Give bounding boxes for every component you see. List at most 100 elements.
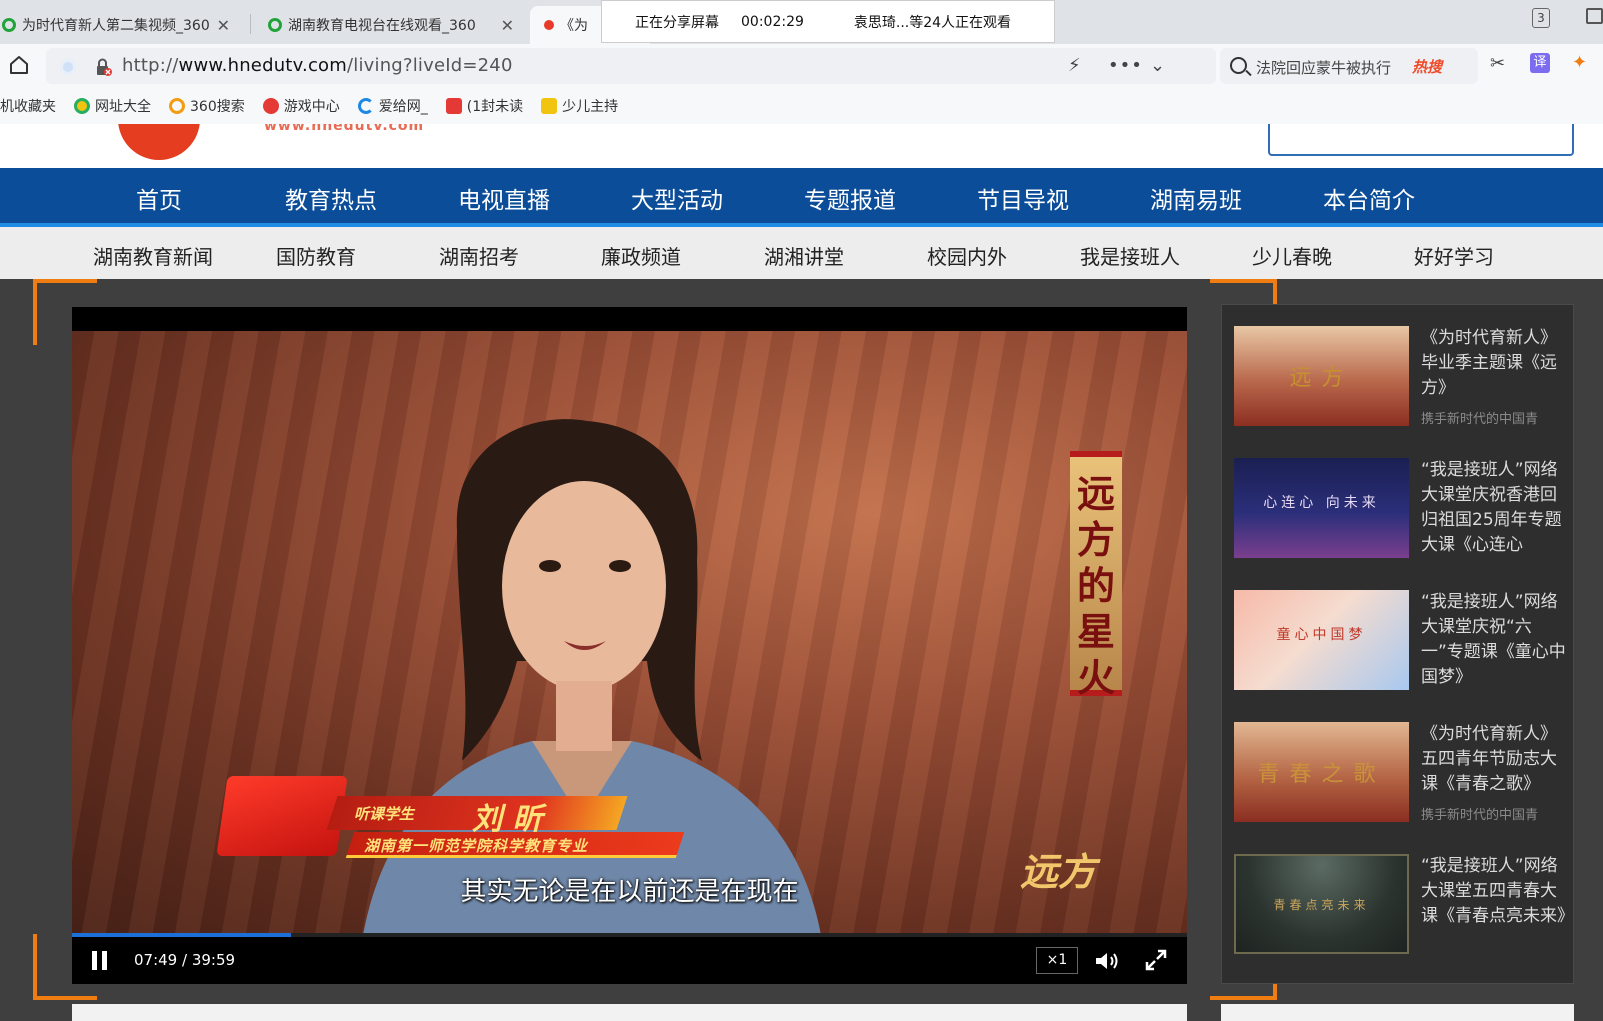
playlist-subtitle: 携手新时代的中国青 (1421, 412, 1539, 427)
nav-tv-live[interactable]: 电视直播 (458, 181, 550, 215)
bookmark-label: 爱给网_ (378, 99, 428, 115)
lower-third-name: 刘 昕 (472, 802, 543, 837)
playlist-thumbnail[interactable]: 心连心 向未来 (1234, 458, 1409, 558)
subnav-hunan-news[interactable]: 湖南教育新闻 (93, 241, 213, 270)
nav-home[interactable]: 首页 (136, 181, 182, 215)
video-subtitle: 其实无论是在以前还是在现在 (460, 877, 799, 907)
video-overlay-title: 远方的星火 (1070, 451, 1122, 700)
tab-title: 《为 (560, 18, 588, 34)
volume-icon[interactable] (1094, 950, 1120, 972)
address-bar-row: http://www.hnedutv.com/living?liveId=240… (0, 44, 1603, 88)
scissors-icon[interactable]: ✂ (1490, 53, 1505, 74)
thumbnail-caption: 远方 (1289, 366, 1354, 391)
bookmark-item[interactable]: 游戏中心 (262, 96, 340, 116)
subnav-integrity[interactable]: 廉政频道 (601, 241, 681, 270)
thumbnail-caption: 青春之歌 (1257, 762, 1386, 787)
lower-third: 听课学生 刘 昕 湖南第一师范学院科学教育专业 (216, 776, 685, 866)
bookmark-label: 少儿主持 (562, 99, 619, 115)
bookmark-item[interactable]: 少儿主持 (541, 96, 618, 116)
fullscreen-icon[interactable] (1145, 949, 1167, 971)
mail-icon (445, 98, 462, 114)
nav-events[interactable]: 大型活动 (631, 181, 723, 215)
thumbnail-caption: 青春点亮未来 (1273, 898, 1370, 912)
subnav-spring-gala[interactable]: 少儿春晚 (1252, 241, 1332, 270)
nav-program-guide[interactable]: 节目导视 (977, 181, 1069, 215)
playlist-item[interactable]: 心连心 向未来 “我是接班人”网络大课堂庆祝香港回归祖国25周年专题大课《心连心 (1234, 458, 1569, 568)
site-info-icon[interactable] (60, 59, 76, 75)
time-display: 07:49 / 39:59 (134, 951, 236, 969)
subnav-defense[interactable]: 国防教育 (276, 241, 356, 270)
translate-icon[interactable]: 译 (1530, 53, 1550, 73)
window-restore-icon[interactable] (1586, 8, 1603, 24)
site-nav-icon (74, 98, 90, 114)
video-frame[interactable]: 远方的星火 远方 听课学生 刘 昕 湖南第一师范学院科学教育专业 其实无论是在以… (72, 331, 1187, 933)
subnav-successor[interactable]: 我是接班人 (1080, 241, 1180, 270)
playlist-thumbnail[interactable]: 远方 (1234, 326, 1409, 426)
playlist-thumbnail[interactable]: 青春点亮未来 (1234, 854, 1409, 954)
playlist-title[interactable]: 《为时代育新人》五四青年节励志大课《青春之歌》 (1421, 722, 1566, 797)
tab-title: 为时代育新人第二集视频_360 (22, 18, 210, 34)
speed-button[interactable]: ×1 (1036, 947, 1078, 974)
bookmark-item[interactable]: 爱给网_ (357, 96, 428, 116)
site-logo[interactable] (118, 124, 200, 160)
tab-title: 湖南教育电视台在线观看_360 (288, 18, 476, 34)
home-icon[interactable] (8, 54, 30, 76)
close-tab-icon[interactable]: ✕ (501, 16, 524, 35)
site-search-input[interactable] (1268, 124, 1574, 156)
player-controls: 07:49 / 39:59 ×1 (72, 937, 1187, 984)
playlist-thumbnail[interactable]: 青春之歌 (1234, 722, 1409, 822)
nav-hunan-yiban[interactable]: 湖南易班 (1150, 181, 1242, 215)
share-viewers: 袁思琦...等24人正在观看 (853, 14, 1012, 31)
lower-third-school: 湖南第一师范学院科学教育专业 (364, 837, 589, 855)
screen-share-banner: 正在分享屏幕 00:02:29 袁思琦...等24人正在观看 (601, 0, 1055, 43)
nav-about[interactable]: 本台简介 (1323, 181, 1415, 215)
search-box[interactable]: 法院回应蒙牛被执行 热搜 (1220, 48, 1478, 84)
tab-divider (250, 14, 251, 34)
playlist-title[interactable]: “我是接班人”网络大课堂庆祝“六一”专题课《童心中国梦》 (1421, 590, 1566, 690)
playlist-item[interactable]: 青春之歌 《为时代育新人》五四青年节励志大课《青春之歌》 携手新时代的中国青 (1234, 722, 1569, 832)
playlist-title[interactable]: “我是接班人”网络大课堂庆祝香港回归祖国25周年专题大课《心连心 (1421, 458, 1566, 558)
pause-icon[interactable] (92, 951, 108, 970)
below-player-panel (72, 1004, 1187, 1021)
more-options-icon[interactable]: ••• (1108, 55, 1143, 76)
playlist-thumbnail[interactable]: 童心中国梦 (1234, 590, 1409, 690)
360-search-icon (169, 98, 185, 114)
nav-education-hot[interactable]: 教育热点 (285, 181, 377, 215)
tab-count-badge[interactable]: 3 (1532, 8, 1550, 28)
360-search-icon (268, 18, 282, 32)
bookmark-label: 游戏中心 (283, 99, 340, 115)
playlist-item[interactable]: 青春点亮未来 “我是接班人”网络大课堂五四青春大课《青春点亮未来》 (1234, 854, 1569, 964)
lightning-icon[interactable]: ⚡ (1068, 55, 1081, 76)
lower-third-role: 听课学生 (354, 805, 415, 823)
tab-hnedutv-search[interactable]: 湖南教育电视台在线观看_360 ✕ (262, 6, 524, 44)
bookmark-label: 360搜索 (190, 99, 245, 115)
host-icon (541, 98, 558, 114)
playlist-title[interactable]: “我是接班人”网络大课堂五四青春大课《青春点亮未来》 (1421, 854, 1566, 929)
tab-video-search[interactable]: 为时代育新人第二集视频_360 ✕ (0, 6, 240, 44)
bookmark-item[interactable]: (1封未读 (445, 96, 523, 116)
url-field[interactable]: http://www.hnedutv.com/living?liveId=240… (46, 48, 1216, 84)
chevron-down-icon[interactable]: ⌄ (1150, 55, 1165, 76)
playlist-title[interactable]: 《为时代育新人》毕业季主题课《远方》 (1421, 326, 1566, 401)
site-header: www.hnedutv.com (0, 124, 1603, 168)
bookmark-item[interactable]: 网址大全 (74, 96, 151, 116)
subnav-campus[interactable]: 校园内外 (927, 241, 1007, 270)
bookmark-item[interactable]: 机收藏夹 (0, 96, 56, 116)
bookmarks-bar: 机收藏夹 网址大全 360搜索 游戏中心 爱给网_ (1封未读 少儿主持 (0, 88, 1603, 124)
subnav-lecture[interactable]: 湖湘讲堂 (764, 241, 844, 270)
playlist-panel: 远方 《为时代育新人》毕业季主题课《远方》 携手新时代的中国青 心连心 向未来 … (1221, 304, 1574, 984)
close-tab-icon[interactable]: ✕ (217, 16, 240, 35)
playlist-item[interactable]: 远方 《为时代育新人》毕业季主题课《远方》 携手新时代的中国青 (1234, 326, 1569, 436)
extension-icon[interactable]: ✦ (1572, 52, 1587, 73)
bookmark-item[interactable]: 360搜索 (169, 96, 245, 116)
playlist-item[interactable]: 童心中国梦 “我是接班人”网络大课堂庆祝“六一”专题课《童心中国梦》 (1234, 590, 1569, 700)
flag-graphic (216, 776, 348, 856)
nav-special-reports[interactable]: 专题报道 (804, 181, 896, 215)
insecure-lock-icon[interactable] (94, 58, 112, 76)
subnav-admissions[interactable]: 湖南招考 (439, 241, 519, 270)
url-scheme: http:// (122, 55, 179, 76)
subnav-study[interactable]: 好好学习 (1414, 241, 1494, 270)
video-player[interactable]: 远方的星火 远方 听课学生 刘 昕 湖南第一师范学院科学教育专业 其实无论是在以… (72, 307, 1187, 984)
bookmark-label: 网址大全 (95, 99, 151, 115)
share-label: 正在分享屏幕 (635, 14, 719, 31)
